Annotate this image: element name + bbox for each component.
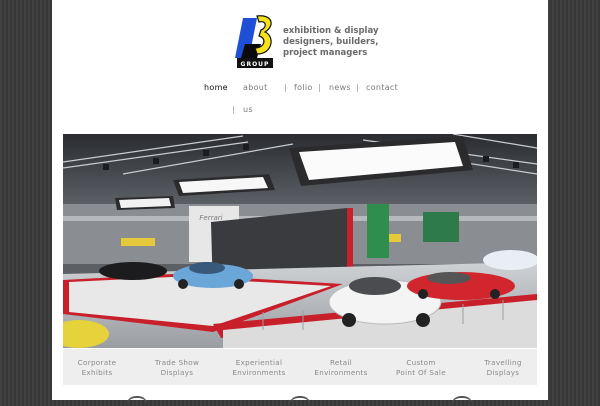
- tagline-line-2: designers, builders,: [283, 37, 379, 47]
- service-experiential-environments[interactable]: Experiential Environments: [221, 358, 297, 377]
- nav-separator: |: [284, 83, 287, 92]
- service-circle-icon[interactable]: [289, 396, 311, 406]
- nav-about-us[interactable]: us: [243, 105, 253, 114]
- service-circle-icon[interactable]: [451, 396, 473, 406]
- b3-group-logo[interactable]: GROUP: [235, 14, 275, 72]
- page-container: GROUP exhibition & display designers, bu…: [52, 0, 548, 400]
- service-line-1: Corporate: [77, 358, 117, 367]
- nav-about[interactable]: about: [243, 83, 268, 92]
- nav-separator: |: [318, 83, 321, 92]
- service-trade-show-displays[interactable]: Trade Show Displays: [139, 358, 215, 377]
- service-line-1: Experiential: [235, 358, 283, 367]
- service-line-1: Travelling: [484, 358, 522, 367]
- service-line-2: Exhibits: [81, 367, 113, 377]
- hero-image: Ferrari: [63, 134, 537, 348]
- service-line-1: Custom: [406, 358, 436, 367]
- service-travelling-displays[interactable]: Travelling Displays: [465, 358, 541, 377]
- nav-home[interactable]: home: [204, 83, 228, 92]
- service-line-2: Point Of Sale: [396, 367, 446, 377]
- service-corporate-exhibits[interactable]: Corporate Exhibits: [59, 358, 135, 377]
- tagline-line-3: project managers: [283, 48, 368, 58]
- service-circle-icon[interactable]: [126, 396, 148, 406]
- service-line-1: Trade Show: [154, 358, 200, 367]
- nav-separator: |: [356, 83, 359, 92]
- nav-contact[interactable]: contact: [366, 83, 398, 92]
- service-line-2: Environments: [232, 367, 286, 377]
- service-retail-environments[interactable]: Retail Environments: [303, 358, 379, 377]
- exhibition-stand-illustration: Ferrari: [63, 134, 537, 348]
- ferrari-sign: Ferrari: [199, 214, 222, 222]
- service-categories: Corporate Exhibits Trade Show Displays E…: [63, 349, 537, 385]
- service-line-1: Retail: [329, 358, 353, 367]
- service-line-2: Displays: [486, 367, 520, 377]
- svg-text:GROUP: GROUP: [241, 61, 270, 68]
- nav-separator: |: [232, 105, 235, 114]
- nav-news[interactable]: news: [329, 83, 351, 92]
- tagline-line-1: exhibition & display: [283, 26, 379, 36]
- service-line-2: Environments: [314, 367, 368, 377]
- service-line-2: Displays: [160, 367, 194, 377]
- service-custom-point-of-sale[interactable]: Custom Point Of Sale: [383, 358, 459, 377]
- logo-tagline: exhibition & display designers, builders…: [283, 26, 423, 59]
- nav-folio[interactable]: folio: [294, 83, 313, 92]
